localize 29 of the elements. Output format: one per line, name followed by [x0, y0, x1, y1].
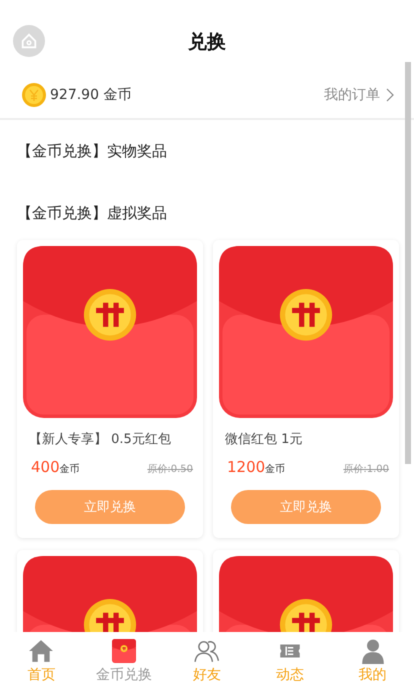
chevron-right-icon — [386, 88, 394, 102]
section-title: 【金币兑换】虚拟奖品 — [16, 202, 168, 224]
page-title: 兑换 — [188, 30, 226, 55]
user-icon — [360, 638, 386, 664]
price-unit: 金币 — [265, 462, 286, 476]
product-price: 1200 — [227, 458, 266, 476]
my-orders-link[interactable]: 我的订单 — [324, 86, 394, 104]
coin-icon — [22, 83, 46, 107]
home-icon — [20, 32, 38, 50]
tab-item[interactable]: 首页 — [0, 632, 83, 692]
product-name: 微信红包 1元 — [225, 431, 304, 448]
tab-item[interactable]: 好友 — [166, 632, 248, 692]
coin-balance: 927.90 金币 — [50, 86, 132, 104]
home-icon — [28, 638, 54, 664]
friends-icon — [194, 638, 220, 664]
tab-item[interactable]: 金币兑换 — [82, 632, 166, 692]
product-price: 400 — [31, 458, 60, 476]
section-title: 【金币兑换】实物奖品 — [16, 140, 168, 162]
product-name: 【新人专享】 0.5元红包 — [29, 431, 172, 448]
redeem-button[interactable]: 立即兑换 — [231, 490, 381, 524]
original-price: 原价:1.00 — [343, 463, 389, 476]
redeem-button[interactable]: 立即兑换 — [35, 490, 185, 524]
product-card[interactable]: 微信红包 1元 1200金币 原价:1.00 立即兑换 — [213, 240, 399, 538]
product-card[interactable]: 【新人专享】 0.5元红包 400金币 原价:0.50 立即兑换 — [17, 240, 203, 538]
price-unit: 金币 — [60, 462, 81, 476]
tab-item[interactable]: 我的 — [331, 632, 414, 692]
envelope-icon — [112, 639, 136, 663]
tab-item[interactable]: 动态 — [248, 632, 332, 692]
original-price: 原价:0.50 — [147, 463, 193, 476]
